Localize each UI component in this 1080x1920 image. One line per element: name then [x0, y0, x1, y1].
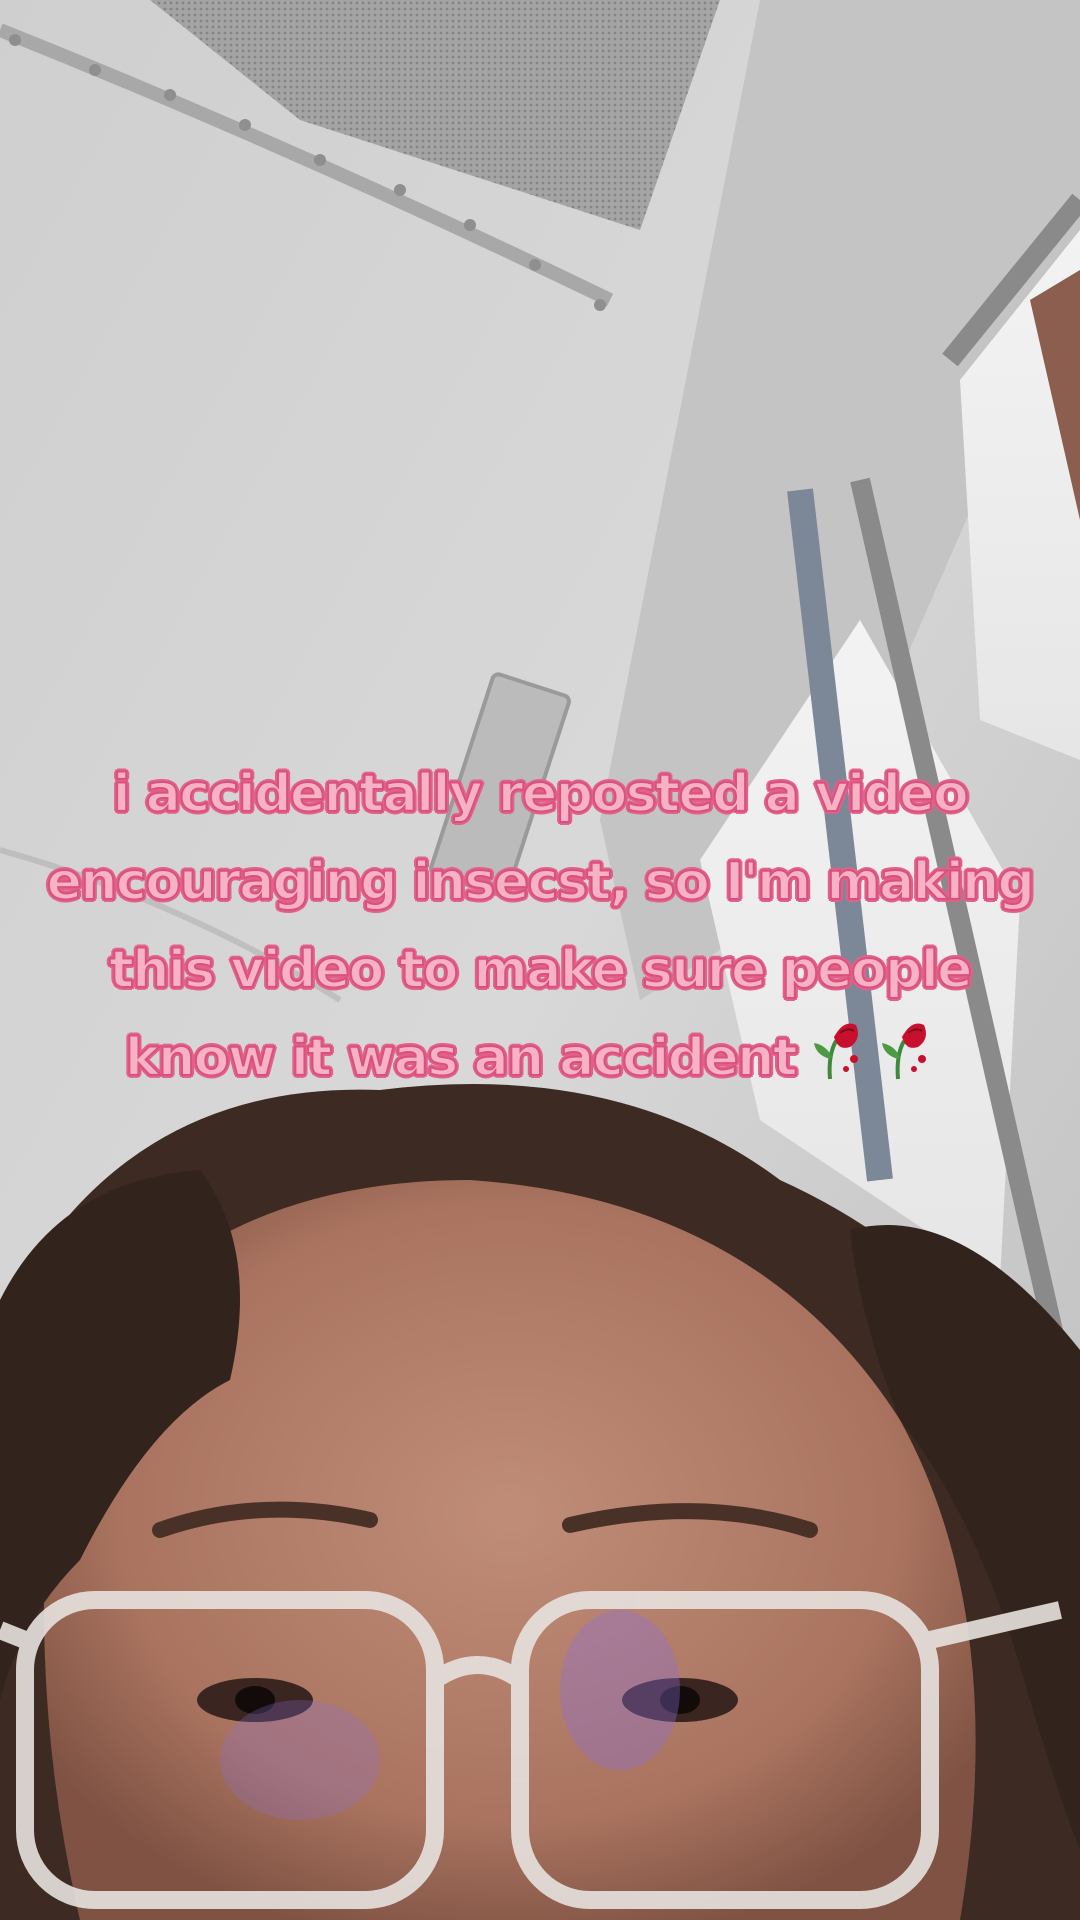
- caption-line-3: this video to make sure people: [108, 939, 973, 1001]
- caption-line-4-text: know it was an accident: [124, 1027, 799, 1089]
- wilted-rose-icon: [878, 1015, 932, 1108]
- wilted-rose-icon: [810, 1015, 864, 1108]
- caption-line-2: encouraging insecst, so I'm making: [46, 851, 1036, 913]
- caption-overlay: i accidentally reposted a video encourag…: [0, 750, 1080, 1108]
- caption-line-4: know it was an accident: [0, 1014, 1080, 1108]
- caption-line-1: i accidentally reposted a video: [112, 763, 970, 825]
- video-frame[interactable]: i accidentally reposted a video encourag…: [0, 0, 1080, 1920]
